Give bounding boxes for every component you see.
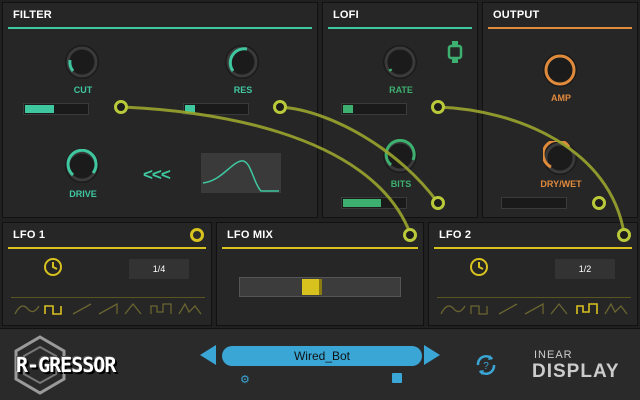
lfo1-wave-selector[interactable] <box>11 297 205 319</box>
drive-label: DRIVE <box>69 189 97 199</box>
bits-knob[interactable] <box>383 139 417 173</box>
lfo2-output-jack[interactable] <box>617 228 631 242</box>
lfomix-underline <box>222 247 418 249</box>
lfo1-output-jack[interactable] <box>190 228 204 242</box>
settings-gear-icon[interactable]: ⚙ <box>240 373 250 386</box>
cut-label: CUT <box>73 85 93 95</box>
lfo1-title: LFO 1 <box>13 229 46 241</box>
drywet-knob[interactable] <box>543 141 577 175</box>
lfo2-underline <box>434 247 632 249</box>
output-panel: OUTPUT AMP DRY/WET <box>482 2 638 218</box>
res-mod-bar[interactable] <box>183 103 249 115</box>
cut-mod-bar[interactable] <box>23 103 89 115</box>
filter-curve-display <box>201 153 281 193</box>
bits-mod-bar[interactable] <box>341 197 407 209</box>
preset-name: Wired_Bot <box>293 349 351 363</box>
lfomix-output-jack[interactable] <box>403 228 417 242</box>
lofi-panel: LOFI RATE BITS <box>322 2 478 218</box>
lfo1-panel: LFO 1 1/4 <box>2 222 212 326</box>
drive-knob[interactable] <box>65 149 99 183</box>
output-title: OUTPUT <box>493 9 540 21</box>
drywet-label: DRY/WET <box>540 179 582 189</box>
lfo2-clock-icon[interactable] <box>469 257 489 282</box>
res-knob[interactable] <box>225 45 259 79</box>
brand-logo-right: INEAR DISPLAY <box>532 349 632 389</box>
res-mod-jack[interactable] <box>273 100 287 114</box>
save-disk-icon[interactable] <box>392 373 402 383</box>
lfomix-panel: LFO MIX <box>216 222 424 326</box>
footer-bar: R-GRESSOR Wired_Bot ⚙ ? INEAR DISPLAY <box>0 328 640 400</box>
filter-panel: FILTER CUT RES DRIVE <<< <box>2 2 318 218</box>
lfo2-wave-selector[interactable] <box>437 297 631 319</box>
filter-underline <box>8 27 312 29</box>
amp-label: AMP <box>551 93 571 103</box>
lfomix-title: LFO MIX <box>227 229 274 241</box>
rate-mod-jack[interactable] <box>431 100 445 114</box>
rate-knob[interactable] <box>383 45 417 79</box>
lfomix-slider[interactable] <box>239 277 401 297</box>
lofi-title: LOFI <box>333 9 359 21</box>
drywet-mod-bar[interactable] <box>501 197 567 209</box>
lfo2-title: LFO 2 <box>439 229 472 241</box>
preset-prev-icon[interactable] <box>200 345 216 365</box>
lfo2-rate-value[interactable]: 1/2 <box>555 259 615 279</box>
lfo1-underline <box>8 247 206 249</box>
preset-bar[interactable]: Wired_Bot <box>222 346 422 366</box>
brand-right-bottom: DISPLAY <box>532 361 620 382</box>
svg-text:?: ? <box>483 361 489 372</box>
brand-name-left: R-GRESSOR <box>16 353 116 377</box>
lfo1-clock-icon[interactable] <box>43 257 63 282</box>
output-underline <box>488 27 632 29</box>
filter-title: FILTER <box>13 9 52 21</box>
brand-right-top: INEAR <box>534 349 573 361</box>
lofi-mode-icon[interactable] <box>447 41 463 63</box>
filter-direction-arrows[interactable]: <<< <box>143 165 171 185</box>
cut-mod-jack[interactable] <box>114 100 128 114</box>
bits-mod-jack[interactable] <box>431 196 445 210</box>
bits-label: BITS <box>390 179 412 189</box>
lofi-underline <box>328 27 472 29</box>
brand-logo-left: R-GRESSOR <box>6 333 206 397</box>
rate-label: RATE <box>389 85 413 95</box>
preset-next-icon[interactable] <box>424 345 440 365</box>
rate-mod-bar[interactable] <box>341 103 407 115</box>
drywet-mod-jack[interactable] <box>592 196 606 210</box>
lfomix-slider-handle[interactable] <box>302 279 322 295</box>
cut-knob[interactable] <box>65 45 99 79</box>
amp-knob[interactable] <box>543 53 577 87</box>
lfo1-rate-value[interactable]: 1/4 <box>129 259 189 279</box>
res-label: RES <box>233 85 253 95</box>
lfo2-panel: LFO 2 1/2 <box>428 222 638 326</box>
help-refresh-icon[interactable]: ? <box>474 353 498 377</box>
